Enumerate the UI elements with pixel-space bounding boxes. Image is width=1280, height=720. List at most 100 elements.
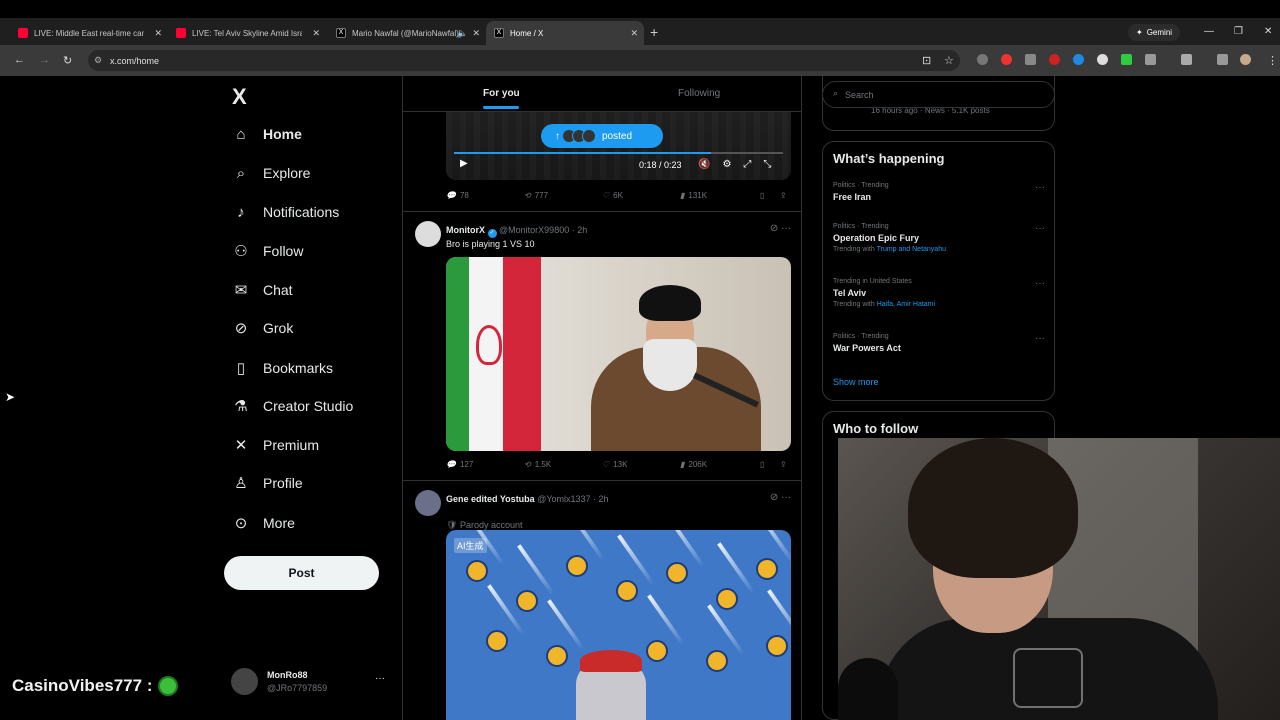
- browser-tab-2[interactable]: LIVE: Tel Aviv Skyline Amid Israel ✕: [168, 21, 326, 45]
- reply-button[interactable]: 💬 78: [446, 191, 469, 200]
- trend-item[interactable]: Politics · Trending War Powers Act ···: [833, 333, 1045, 353]
- trend-item[interactable]: Trending in United States Tel Aviv Trend…: [833, 278, 1045, 308]
- views-button[interactable]: ▮ 131K: [680, 191, 707, 200]
- star-icon[interactable]: ☆: [944, 54, 954, 67]
- nav-grok[interactable]: ⊘ Grok: [232, 316, 294, 340]
- close-icon[interactable]: ✕: [154, 28, 162, 39]
- post-actions: 💬 127 ⟲ 1.5K ♡ 13K ▮ 206K ▯ ⇪: [446, 460, 791, 474]
- more-dots-icon[interactable]: ···: [1035, 278, 1045, 289]
- restore-icon[interactable]: ❐: [1234, 26, 1243, 37]
- browser-tab-4[interactable]: X Home / X ✕: [486, 21, 644, 45]
- nav-explore[interactable]: ⌕ Explore: [232, 161, 311, 185]
- extension-icon[interactable]: [1097, 54, 1108, 65]
- new-tab-icon[interactable]: +: [650, 24, 658, 40]
- like-button[interactable]: ♡ 13K: [602, 460, 627, 469]
- more-dots-icon[interactable]: ···: [1035, 223, 1045, 234]
- share-icon[interactable]: ⇪: [780, 191, 787, 200]
- puzzle-icon[interactable]: [1145, 54, 1156, 65]
- menu-icon[interactable]: ⋮: [1267, 54, 1278, 67]
- forward-icon[interactable]: →: [39, 54, 50, 66]
- gemini-button[interactable]: ✦ Gemini: [1128, 24, 1181, 41]
- extension-icon[interactable]: [1025, 54, 1036, 65]
- heart-icon: ♡: [602, 460, 610, 469]
- nav-premium[interactable]: ✕ Premium: [232, 433, 319, 457]
- video-progress-bar[interactable]: [454, 152, 783, 154]
- adblock-icon[interactable]: [1001, 54, 1012, 65]
- repost-button[interactable]: ⟲ 1.5K: [524, 460, 551, 469]
- close-icon[interactable]: ✕: [472, 28, 480, 39]
- x-logo-icon[interactable]: X: [232, 84, 247, 110]
- nav-label: Bookmarks: [263, 360, 334, 376]
- bookmark-icon[interactable]: ▯: [760, 191, 764, 200]
- trend-item[interactable]: Politics · Trending Operation Epic Fury …: [833, 223, 1045, 253]
- account-switcher[interactable]: MonRo88 @JRo7797859 ···: [231, 668, 391, 698]
- close-icon[interactable]: ✕: [630, 28, 638, 39]
- more-dots-icon[interactable]: ···: [1035, 333, 1045, 344]
- show-more-link[interactable]: Show more: [833, 377, 879, 387]
- back-icon[interactable]: ←: [14, 54, 25, 66]
- nav-more[interactable]: ⊙ More: [232, 511, 295, 535]
- author-name[interactable]: MonitorX: [446, 225, 485, 235]
- trend-with-link[interactable]: Trump and Netanyahu: [877, 246, 946, 253]
- author-handle[interactable]: @Yomlx1337 · 2h: [537, 494, 608, 504]
- url-field[interactable]: ⚙ x.com/home: [88, 50, 960, 71]
- browser-tab-1[interactable]: LIVE: Middle East real-time cam ✕: [10, 21, 168, 45]
- grok-and-more-icons[interactable]: ⊘ ···: [770, 223, 791, 234]
- extension-icon[interactable]: [1073, 54, 1084, 65]
- nav-chat[interactable]: ✉ Chat: [232, 278, 293, 302]
- tab-following[interactable]: Following: [678, 88, 720, 99]
- more-dots-icon[interactable]: ···: [375, 673, 385, 684]
- author-name[interactable]: Gene edited Yostuba: [446, 494, 535, 504]
- medal-graphic: [516, 590, 538, 612]
- install-icon[interactable]: ⊡: [922, 54, 931, 67]
- repost-icon: ⟲: [524, 460, 531, 469]
- grok-and-more-icons[interactable]: ⊘ ···: [770, 492, 791, 503]
- like-button[interactable]: ♡ 6K: [602, 191, 623, 200]
- profile-avatar-icon[interactable]: [1240, 54, 1251, 65]
- nav-bookmarks[interactable]: ▯ Bookmarks: [232, 356, 333, 380]
- minimize-icon[interactable]: —: [1204, 26, 1214, 37]
- views-button[interactable]: ▮ 206K: [680, 460, 707, 469]
- nav-follow[interactable]: ⚇ Follow: [232, 239, 303, 263]
- nav-label: Grok: [263, 320, 294, 336]
- more-dots-icon[interactable]: ···: [1035, 182, 1045, 193]
- nav-creator-studio[interactable]: ⚗ Creator Studio: [232, 394, 353, 418]
- extension-icon[interactable]: [977, 54, 988, 65]
- video-controls-icons[interactable]: 🔇⚙⤢⤡: [698, 159, 783, 170]
- timeline-tabs: For you Following: [403, 76, 801, 112]
- trend-item[interactable]: Politics · Trending Free Iran ···: [833, 182, 1045, 202]
- extension-icon[interactable]: [1121, 54, 1132, 65]
- close-icon[interactable]: ✕: [312, 28, 320, 39]
- nav-profile[interactable]: ♙ Profile: [232, 471, 302, 495]
- sidepanel-icon[interactable]: [1181, 54, 1192, 65]
- browser-tab-3[interactable]: X Mario Nawfal (@MarioNawfal) 🔈 ✕: [328, 21, 486, 45]
- play-icon[interactable]: ▶: [460, 158, 468, 169]
- section-title: What’s happening: [833, 151, 945, 166]
- nav-label: Notifications: [263, 204, 340, 220]
- extension-icon[interactable]: [1049, 54, 1060, 65]
- reply-button[interactable]: 💬 127: [446, 460, 473, 469]
- repost-button[interactable]: ⟲ 777: [524, 191, 548, 200]
- post-button[interactable]: Post: [224, 556, 379, 590]
- mute-icon[interactable]: 🔈: [457, 28, 468, 39]
- medal-graphic: [666, 562, 688, 584]
- media-icon[interactable]: [1217, 54, 1228, 65]
- avatar[interactable]: [415, 490, 441, 516]
- new-posts-pill[interactable]: ↑ posted: [541, 124, 663, 148]
- avatar[interactable]: [415, 221, 441, 247]
- bookmark-icon[interactable]: ▯: [760, 460, 764, 469]
- trend-title: War Powers Act: [833, 343, 901, 353]
- tweet-image[interactable]: [446, 257, 791, 451]
- tab-for-you[interactable]: For you: [483, 88, 520, 109]
- nav-home[interactable]: ⌂ Home: [232, 122, 301, 146]
- trend-with-link[interactable]: Haifa, Amir Hatami: [877, 301, 935, 308]
- tweet-image[interactable]: AI生成: [446, 530, 791, 720]
- reload-icon[interactable]: ↻: [63, 54, 72, 67]
- window-close-icon[interactable]: ✕: [1264, 26, 1272, 37]
- author-handle[interactable]: @MonitorX99800 · 2h: [499, 225, 587, 235]
- nav-notifications[interactable]: ♪ Notifications: [232, 200, 339, 224]
- site-info-icon[interactable]: ⚙: [94, 55, 102, 66]
- person-icon: ♙: [234, 475, 248, 492]
- search-input[interactable]: ⌕ Search: [822, 81, 1055, 108]
- share-icon[interactable]: ⇪: [780, 460, 787, 469]
